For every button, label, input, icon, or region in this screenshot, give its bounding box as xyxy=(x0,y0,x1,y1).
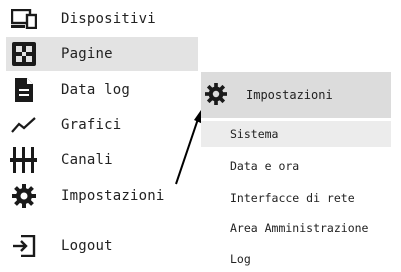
submenu-header[interactable]: Impostazioni xyxy=(201,72,391,118)
gear-icon xyxy=(205,83,229,107)
pages-icon xyxy=(9,40,39,68)
menu-item-logout[interactable]: Logout xyxy=(6,229,198,263)
menu-item-label: Impostazioni xyxy=(61,188,165,204)
gear-icon xyxy=(9,182,39,210)
menu-item-label: Data log xyxy=(61,82,131,98)
menu-item-impostazioni[interactable]: Impostazioni xyxy=(6,179,198,213)
document-icon xyxy=(9,76,39,104)
menu-item-label: Dispositivi xyxy=(61,11,156,27)
chart-line-icon xyxy=(9,111,39,139)
menu-item-label: Grafici xyxy=(61,117,122,133)
devices-icon xyxy=(9,5,39,33)
submenu-item-sistema[interactable]: Sistema xyxy=(201,121,391,147)
menu-item-grafici[interactable]: Grafici xyxy=(6,108,198,142)
menu-item-canali[interactable]: Canali xyxy=(6,143,198,177)
submenu-item-log[interactable]: Log xyxy=(201,246,391,272)
submenu-impostazioni: Impostazioni Sistema Data e ora Interfac… xyxy=(201,72,391,268)
menu-item-label: Pagine xyxy=(61,46,113,62)
menu-item-data-log[interactable]: Data log xyxy=(6,73,198,107)
sliders-icon xyxy=(9,146,39,174)
menu-item-label: Logout xyxy=(61,238,113,254)
menu-item-dispositivi[interactable]: Dispositivi xyxy=(6,2,198,36)
menu-item-label: Canali xyxy=(61,152,113,168)
submenu-title: Impostazioni xyxy=(246,88,333,102)
submenu-item-area-amministrazione[interactable]: Area Amministrazione xyxy=(201,215,391,241)
menu-item-pagine[interactable]: Pagine xyxy=(6,37,198,71)
logout-icon xyxy=(9,232,39,260)
submenu-item-data-e-ora[interactable]: Data e ora xyxy=(201,153,391,179)
submenu-item-interfacce-di-rete[interactable]: Interfacce di rete xyxy=(201,185,391,211)
